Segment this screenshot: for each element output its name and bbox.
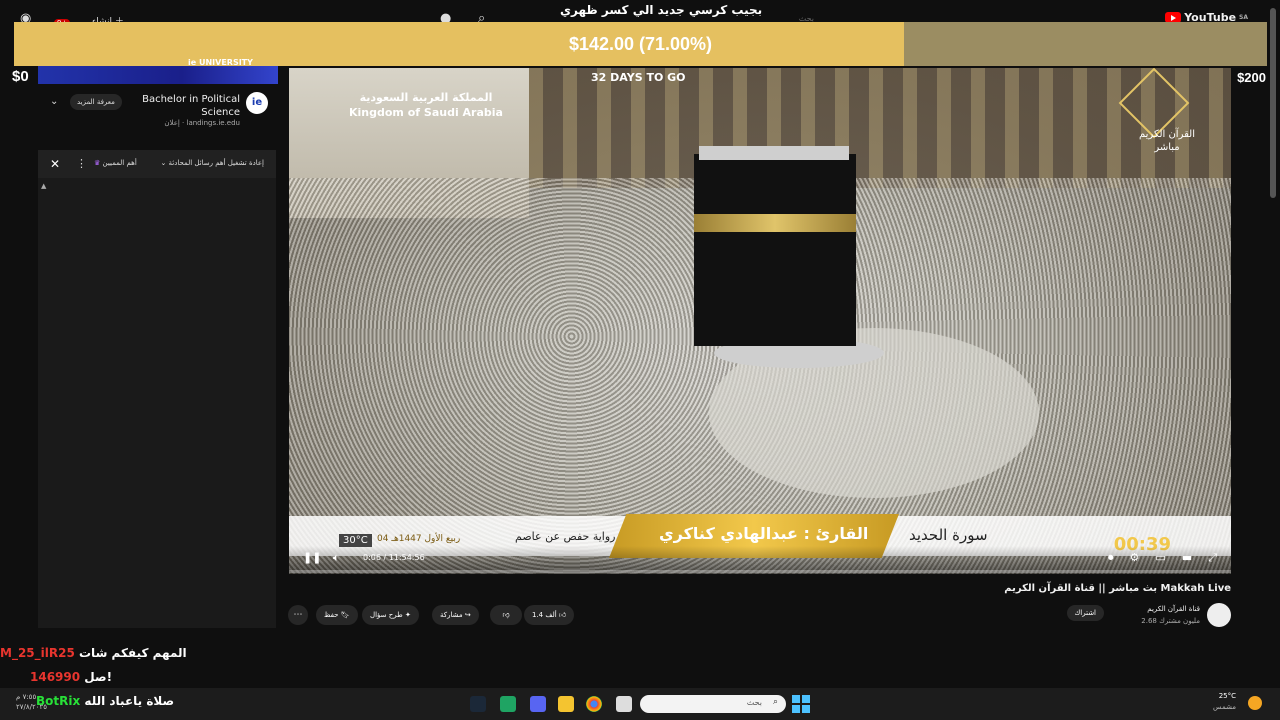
overlay-country-ar: المملكة العربية السعودية [359, 91, 493, 104]
region-code: SA [1239, 14, 1248, 21]
ad-banner-logo: ie UNIVERSITY [188, 58, 253, 67]
overlay-chat-message: 146990 صل! [30, 670, 112, 684]
windows-start-pane [792, 705, 800, 713]
chat-title: إعادة تشغيل أهم رسائل المحادثة [168, 159, 264, 167]
steam-icon[interactable] [470, 696, 486, 712]
share-label: مشاركة [440, 611, 463, 619]
more-options-icon[interactable]: ⋮ [76, 157, 87, 170]
ad-learn-more-button[interactable]: معرفة المزيد [70, 94, 122, 110]
windows-start-pane [802, 695, 810, 703]
ad-title[interactable]: Bachelor in Political Science [130, 93, 240, 119]
chrome-icon[interactable] [586, 696, 602, 712]
video-frame-kaaba-band [694, 214, 856, 232]
video-frame-kaaba [694, 154, 856, 346]
like-count: 1.4 ألف [532, 611, 557, 619]
channel-avatar[interactable] [1207, 603, 1231, 627]
thumbs-up-icon: 👍︎ [558, 611, 567, 619]
fullscreen-icon[interactable]: ⤢ [1208, 551, 1217, 565]
ad-advertiser-avatar: ie [246, 92, 268, 114]
donation-goal-max: $200 [1237, 70, 1266, 85]
video-frame-colonnade [529, 68, 1231, 188]
ask-button[interactable]: طرح سؤال ✦ [362, 605, 419, 625]
discord-icon[interactable] [530, 696, 546, 712]
overlay-hijri-date: 04 ربيع الأول 1447هـ [377, 534, 461, 544]
settings-gear-icon[interactable]: ⚙ [1130, 551, 1140, 565]
overlay-chat-text: المهم كيفكم شات [79, 646, 187, 660]
thumbs-down-icon: 👎︎ [502, 611, 510, 619]
more-actions-icon[interactable]: ⋯ [288, 605, 308, 625]
like-button[interactable]: 1.4 ألف 👍︎ [524, 605, 575, 625]
video-progress-bar[interactable] [289, 570, 1231, 573]
overlay-chat-text: صلاة ياعباد الله [84, 694, 175, 708]
windows-start-icon[interactable] [792, 695, 810, 713]
video-frame-kaaba-top [699, 146, 849, 160]
player-time: 0:06 / 11:54:56 [363, 553, 425, 562]
pause-icon[interactable]: ❚❚ [303, 551, 321, 564]
channel-name[interactable]: قناة القرآن الكريم [1147, 605, 1200, 613]
overlay-channel-name: القرآن الكريم [1138, 129, 1195, 140]
overlay-surah: سورة الحديد [909, 526, 988, 544]
ad-banner-image[interactable]: ie UNIVERSITY [38, 58, 278, 84]
overlay-reader-name: القارئ : عبدالهادي كناكري [659, 524, 869, 543]
theater-mode-icon[interactable]: ▬ [1182, 551, 1192, 565]
overlay-chat-message: BotRix صلاة ياعباد الله [36, 694, 174, 708]
overlay-chat-user: BotRix [36, 694, 81, 708]
ad-card[interactable]: ie Bachelor in Political Science إعلان ·… [38, 88, 278, 134]
donation-goal-min: $0 [12, 68, 29, 85]
live-chat-panel: ✕ ⋮ ♛ أهم المميين ⌄ إعادة تشغيل أهم رسائ… [38, 150, 276, 628]
ad-sponsored-label: إعلان [164, 119, 180, 127]
overlay-channel-label: القرآن الكريم مباشر [1139, 128, 1195, 154]
dislike-button[interactable]: 👎︎ [490, 605, 522, 625]
sparkle-icon: ✦ [404, 611, 411, 619]
taskbar-search-placeholder: بحث [746, 698, 762, 707]
overlay-chat-message: M_25_ilR25 المهم كيفكم شات [0, 646, 187, 660]
app-green-icon[interactable] [500, 696, 516, 712]
chat-mode-dropdown[interactable]: ⌄ إعادة تشغيل أهم رسائل المحادثة [160, 159, 264, 167]
scroll-up-arrow-icon[interactable]: ▲ [41, 182, 46, 190]
channel-subscriber-count: 2.68 مليون مشترك [1141, 617, 1200, 625]
close-icon[interactable]: ✕ [50, 157, 60, 171]
weather-temperature[interactable]: 25°C [1219, 692, 1236, 700]
taskbar-search[interactable]: بحث ⌕ [640, 695, 786, 713]
overlay-country-en: Kingdom of Saudi Arabia [349, 106, 503, 119]
subscribe-button[interactable]: اشتراك [1066, 605, 1104, 621]
app-window-icon[interactable] [616, 696, 632, 712]
chevron-down-icon[interactable]: ⌄ [50, 96, 58, 107]
overlay-country: المملكة العربية السعودية Kingdom of Saud… [349, 90, 503, 120]
autoplay-toggle-icon[interactable]: ⏺ [1108, 551, 1114, 565]
overlay-chat-text: صل! [84, 670, 113, 684]
overlay-riwaya: رواية حفص عن عاصم [515, 530, 616, 543]
save-button[interactable]: حفظ 🔖︎ [316, 605, 358, 625]
overlay-chat-user: M_25_ilR25 [0, 646, 75, 660]
overlay-live-label: مباشر [1154, 142, 1180, 153]
donation-goal-message: بجيب كرسي جديد الي كسر ظهري [560, 3, 763, 17]
chat-members-filter[interactable]: ♛ أهم المميين [94, 159, 137, 167]
player-right-controls: ⏺ ⚙ ▭ ▬ ⤢ [1108, 551, 1217, 565]
chat-header: ✕ ⋮ ♛ أهم المميين ⌄ إعادة تشغيل أهم رسائ… [38, 150, 276, 178]
share-icon: ↪ [464, 611, 471, 619]
chat-members-label: أهم المميين [102, 159, 137, 167]
video-player[interactable]: المملكة العربية السعودية Kingdom of Saud… [289, 68, 1231, 574]
overlay-countdown: 32 DAYS TO GO [591, 71, 686, 84]
video-title: بث مباشر || قناة القرآن الكريم Makkah Li… [1004, 583, 1231, 594]
volume-icon[interactable]: 🔈︎ [333, 551, 340, 565]
miniplayer-icon[interactable]: ▭ [1155, 551, 1165, 565]
crown-icon: ♛ [94, 159, 101, 167]
windows-start-pane [802, 705, 810, 713]
share-button[interactable]: مشاركة ↪ [432, 605, 479, 625]
search-icon: ⌕ [772, 697, 778, 707]
overlay-chat-user: 146990 [30, 670, 81, 684]
windows-taskbar: ٧:٥٥ م ٢٧/٨/٢٠٢٥ بحث ⌕ 25°C مشمس [0, 688, 1280, 720]
save-label: حفظ [324, 611, 339, 619]
ad-subline: إعلان · landings.ie.edu [164, 119, 240, 127]
weather-description: مشمس [1213, 703, 1236, 711]
file-explorer-icon[interactable] [558, 696, 574, 712]
ask-label: طرح سؤال [370, 611, 403, 619]
sun-icon [1248, 696, 1262, 710]
windows-start-pane [792, 695, 800, 703]
ad-domain: landings.ie.edu [186, 119, 240, 127]
chevron-down-icon: ⌄ [160, 159, 167, 167]
page-scrollbar[interactable] [1270, 8, 1276, 198]
bookmark-icon: 🔖︎ [340, 611, 350, 619]
